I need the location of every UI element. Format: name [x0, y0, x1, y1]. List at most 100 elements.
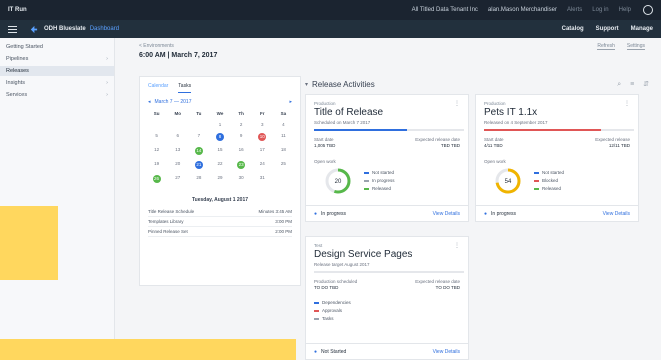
- more-options-icon[interactable]: ⋮: [624, 100, 630, 107]
- calendar-day[interactable]: 24: [252, 161, 273, 169]
- nav-link-manage[interactable]: Manage: [631, 26, 653, 32]
- legend: Not started In progress Released: [364, 169, 395, 193]
- calendar-day[interactable]: 23: [231, 161, 252, 169]
- sidebar-item-getting-started[interactable]: Getting Started: [0, 42, 114, 52]
- calendar-day[interactable]: 5: [146, 133, 167, 141]
- progress-gauge: 54: [495, 168, 521, 194]
- next-month-icon[interactable]: ▸: [289, 99, 292, 105]
- card-title[interactable]: Title of Release: [314, 107, 383, 118]
- event-row[interactable]: Title Release Schedule Minutes 3:45 AM: [148, 207, 292, 217]
- hamburger-menu-icon[interactable]: [8, 25, 17, 33]
- calendar-day[interactable]: 11: [273, 133, 294, 141]
- event-name: Pinned Release Set: [148, 229, 188, 234]
- section-tools: ⌕ ≡ ⇵: [610, 80, 649, 89]
- topbar-link-login[interactable]: Log in: [592, 7, 608, 13]
- meta-right-label: Expected release date: [415, 279, 460, 284]
- calendar-day[interactable]: 3: [252, 122, 273, 127]
- calendar-day[interactable]: 12: [146, 147, 167, 155]
- nav-link-catalog[interactable]: Catalog: [562, 26, 584, 32]
- legend-label: Dependencies: [322, 300, 351, 305]
- card-subtitle: Released on 4 September 2017: [484, 120, 548, 125]
- prev-month-icon[interactable]: ◂: [148, 99, 151, 105]
- top-system-bar: IT Run All Titled Data Tenant Inc alan.M…: [0, 0, 661, 20]
- legend: Dependencies Approvals Tasks: [314, 299, 351, 323]
- sidebar-item-insights[interactable]: Insights ›: [0, 78, 114, 88]
- calendar-day[interactable]: 18: [273, 147, 294, 155]
- calendar-day[interactable]: 4: [273, 122, 294, 127]
- chevron-down-icon[interactable]: ▾: [305, 81, 308, 88]
- tab-tasks[interactable]: Tasks: [178, 83, 192, 93]
- status-badge: In progress: [491, 210, 517, 217]
- legend-label: Released: [372, 186, 392, 191]
- sidebar-item-pipelines[interactable]: Pipelines ›: [0, 54, 114, 64]
- calendar-day[interactable]: 1: [209, 122, 230, 127]
- calendar-day[interactable]: 26: [146, 175, 167, 183]
- topbar-link-alerts[interactable]: Alerts: [567, 7, 582, 13]
- card-title[interactable]: Pets IT 1.1x: [484, 107, 537, 118]
- calendar-day[interactable]: 29: [209, 175, 230, 183]
- view-details-link[interactable]: View Details: [433, 349, 460, 355]
- calendar-day[interactable]: 22: [209, 161, 230, 169]
- calendar-day[interactable]: 27: [167, 175, 188, 183]
- refresh-link[interactable]: Refresh: [597, 43, 615, 50]
- progress-bar: [314, 129, 464, 131]
- sort-icon[interactable]: ⇵: [643, 81, 649, 88]
- calendar-day[interactable]: 16: [231, 147, 252, 155]
- avatar[interactable]: [643, 5, 653, 15]
- calendar-day[interactable]: 21: [188, 161, 209, 169]
- settings-link[interactable]: Settings: [626, 43, 645, 50]
- user-menu[interactable]: alan.Mason Merchandiser: [488, 7, 557, 13]
- sidebar: Getting Started Pipelines › Releases Insi…: [0, 38, 115, 360]
- release-card[interactable]: Production ⋮ Pets IT 1.1x Released on 4 …: [475, 94, 639, 222]
- org-selector[interactable]: All Titled Data Tenant Inc: [412, 7, 478, 13]
- calendar-day[interactable]: 7: [188, 133, 209, 141]
- more-options-icon[interactable]: ⋮: [454, 100, 460, 107]
- gauge-label: Open work: [484, 159, 506, 164]
- calendar-day[interactable]: 9: [231, 133, 252, 141]
- card-title[interactable]: Design Service Pages: [314, 249, 412, 260]
- calendar-day[interactable]: 13: [167, 147, 188, 155]
- breadcrumb[interactable]: < Environments: [139, 43, 174, 49]
- calendar-day: [188, 122, 209, 127]
- calendar-day[interactable]: 31: [252, 175, 273, 183]
- event-time: 2:00 PM: [275, 229, 292, 234]
- calendar-day[interactable]: 14: [188, 147, 209, 155]
- calendar-day[interactable]: 28: [188, 175, 209, 183]
- calendar-day[interactable]: 17: [252, 147, 273, 155]
- app-name: ODH Blueslate: [44, 26, 86, 32]
- calendar-day[interactable]: 15: [209, 147, 230, 155]
- calendar-month[interactable]: March 7 — 2017: [155, 99, 192, 105]
- legend-label: Not started: [542, 170, 565, 175]
- calendar-day[interactable]: 30: [231, 175, 252, 183]
- calendar-header: ◂ March 7 — 2017 ▸: [140, 93, 300, 111]
- view-details-link[interactable]: View Details: [603, 211, 630, 217]
- app-section[interactable]: Dashboard: [90, 26, 119, 32]
- calendar-day[interactable]: 10: [252, 133, 273, 141]
- calendar-day[interactable]: 25: [273, 161, 294, 169]
- meta-left-label: Start date: [484, 137, 504, 142]
- event-row[interactable]: Templates Library 3:00 PM: [148, 217, 292, 227]
- brand-label: IT Run: [8, 7, 27, 13]
- list-view-icon[interactable]: ≡: [630, 81, 634, 88]
- release-card[interactable]: Production ⋮ Title of Release Scheduled …: [305, 94, 469, 222]
- calendar-day[interactable]: 6: [167, 133, 188, 141]
- calendar-day: [273, 175, 294, 183]
- tab-calendar[interactable]: Calendar: [148, 83, 168, 93]
- more-options-icon[interactable]: ⋮: [454, 242, 460, 249]
- calendar-day[interactable]: 2: [231, 122, 252, 127]
- sidebar-item-label: Releases: [6, 68, 29, 74]
- sidebar-item-releases[interactable]: Releases: [0, 66, 114, 76]
- calendar-grid: Su Mo Tu We Th Fr Sa 1 2 3 4 5 6 7 8 9 10 11 12 13 14 15 16 17 1…: [140, 111, 300, 183]
- calendar-day[interactable]: 20: [167, 161, 188, 169]
- calendar-day[interactable]: 8: [209, 133, 230, 141]
- topbar-link-help[interactable]: Help: [619, 7, 631, 13]
- nav-link-support[interactable]: Support: [596, 26, 619, 32]
- event-row[interactable]: Pinned Release Set 2:00 PM: [148, 227, 292, 237]
- search-icon[interactable]: ⌕: [617, 81, 621, 88]
- view-details-link[interactable]: View Details: [433, 211, 460, 217]
- release-card[interactable]: Test ⋮ Design Service Pages Release targ…: [305, 236, 469, 360]
- meta-left-label: Production scheduled: [314, 279, 358, 284]
- calendar-day[interactable]: 19: [146, 161, 167, 169]
- progress-gauge: 20: [325, 168, 351, 194]
- sidebar-item-services[interactable]: Services ›: [0, 90, 114, 100]
